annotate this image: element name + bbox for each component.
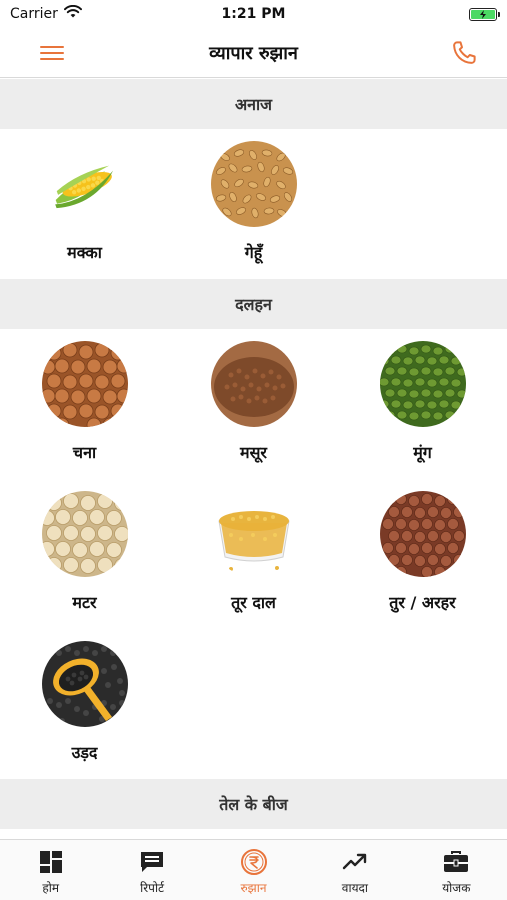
commodity-label: तूर दाल [231,593,276,612]
phone-icon[interactable] [449,38,479,68]
commodity-lentil[interactable]: मसूर [169,329,338,479]
battery-icon [469,7,500,21]
dashboard-icon [37,848,65,876]
tab-label: वायदा [341,881,369,895]
commodity-gram[interactable]: चना [0,329,169,479]
trend-icon [341,848,369,876]
status-bar: Carrier 1:21 PM [0,0,507,28]
tab-label: रुझान [240,881,267,895]
status-left: Carrier [10,4,82,23]
commodity-label: चना [72,443,97,462]
tab-futures[interactable]: वायदा [304,840,405,900]
wheat-image [210,141,297,227]
rupee-icon [240,848,268,876]
commodity-list[interactable]: अनाज मक्का गेहूँ दलहन चना मसूर मूंग मटर … [0,79,507,839]
commodity-tur-arhar[interactable]: तुर / अरहर [338,479,507,629]
tab-label: रिपोर्ट [140,881,165,895]
commodity-moong[interactable]: मूंग [338,329,507,479]
page-title: व्यापार रुझान [209,43,298,64]
commodity-toor-dal[interactable]: तूर दाल [169,479,338,629]
tab-home[interactable]: होम [0,840,101,900]
carrier-label: Carrier [10,6,58,22]
briefcase-icon [442,848,470,876]
lentil-image [210,341,297,427]
commodity-label: मूंग [413,443,432,462]
toor-dal-image [210,491,297,577]
section-header-grains: अनाज [0,79,507,129]
commodity-maize[interactable]: मक्का [0,129,169,279]
commodity-urad[interactable]: उड़द [0,629,169,779]
commodity-wheat[interactable]: गेहूँ [169,129,338,279]
tab-report[interactable]: रिपोर्ट [101,840,202,900]
tab-trends[interactable]: रुझान [203,840,304,900]
nav-bar: व्यापार रुझान [0,28,507,78]
urad-image [41,641,128,727]
commodity-label: मसूर [240,443,267,462]
commodity-label: मक्का [67,243,102,262]
gram-image [41,341,128,427]
commodity-label: तुर / अरहर [389,593,456,612]
pulses-grid: चना मसूर मूंग मटर तूर दाल तुर / अरहर उड़… [0,329,507,779]
tur-arhar-image [379,491,466,577]
section-header-pulses: दलहन [0,279,507,329]
tab-label: योजक [442,881,471,895]
maize-image [41,141,128,227]
peas-image [41,491,128,577]
report-icon [138,848,166,876]
commodity-peas[interactable]: मटर [0,479,169,629]
commodity-label: गेहूँ [244,243,263,262]
section-header-oilseeds: तेल के बीज [0,779,507,829]
moong-image [379,341,466,427]
tab-schemes[interactable]: योजक [406,840,507,900]
grains-grid: मक्का गेहूँ [0,129,507,279]
commodity-label: उड़द [71,743,98,762]
wifi-icon [63,4,82,23]
commodity-label: मटर [72,593,97,612]
tab-bar: होम रिपोर्ट रुझान वायदा योजक [0,839,507,900]
tab-label: होम [42,881,60,895]
